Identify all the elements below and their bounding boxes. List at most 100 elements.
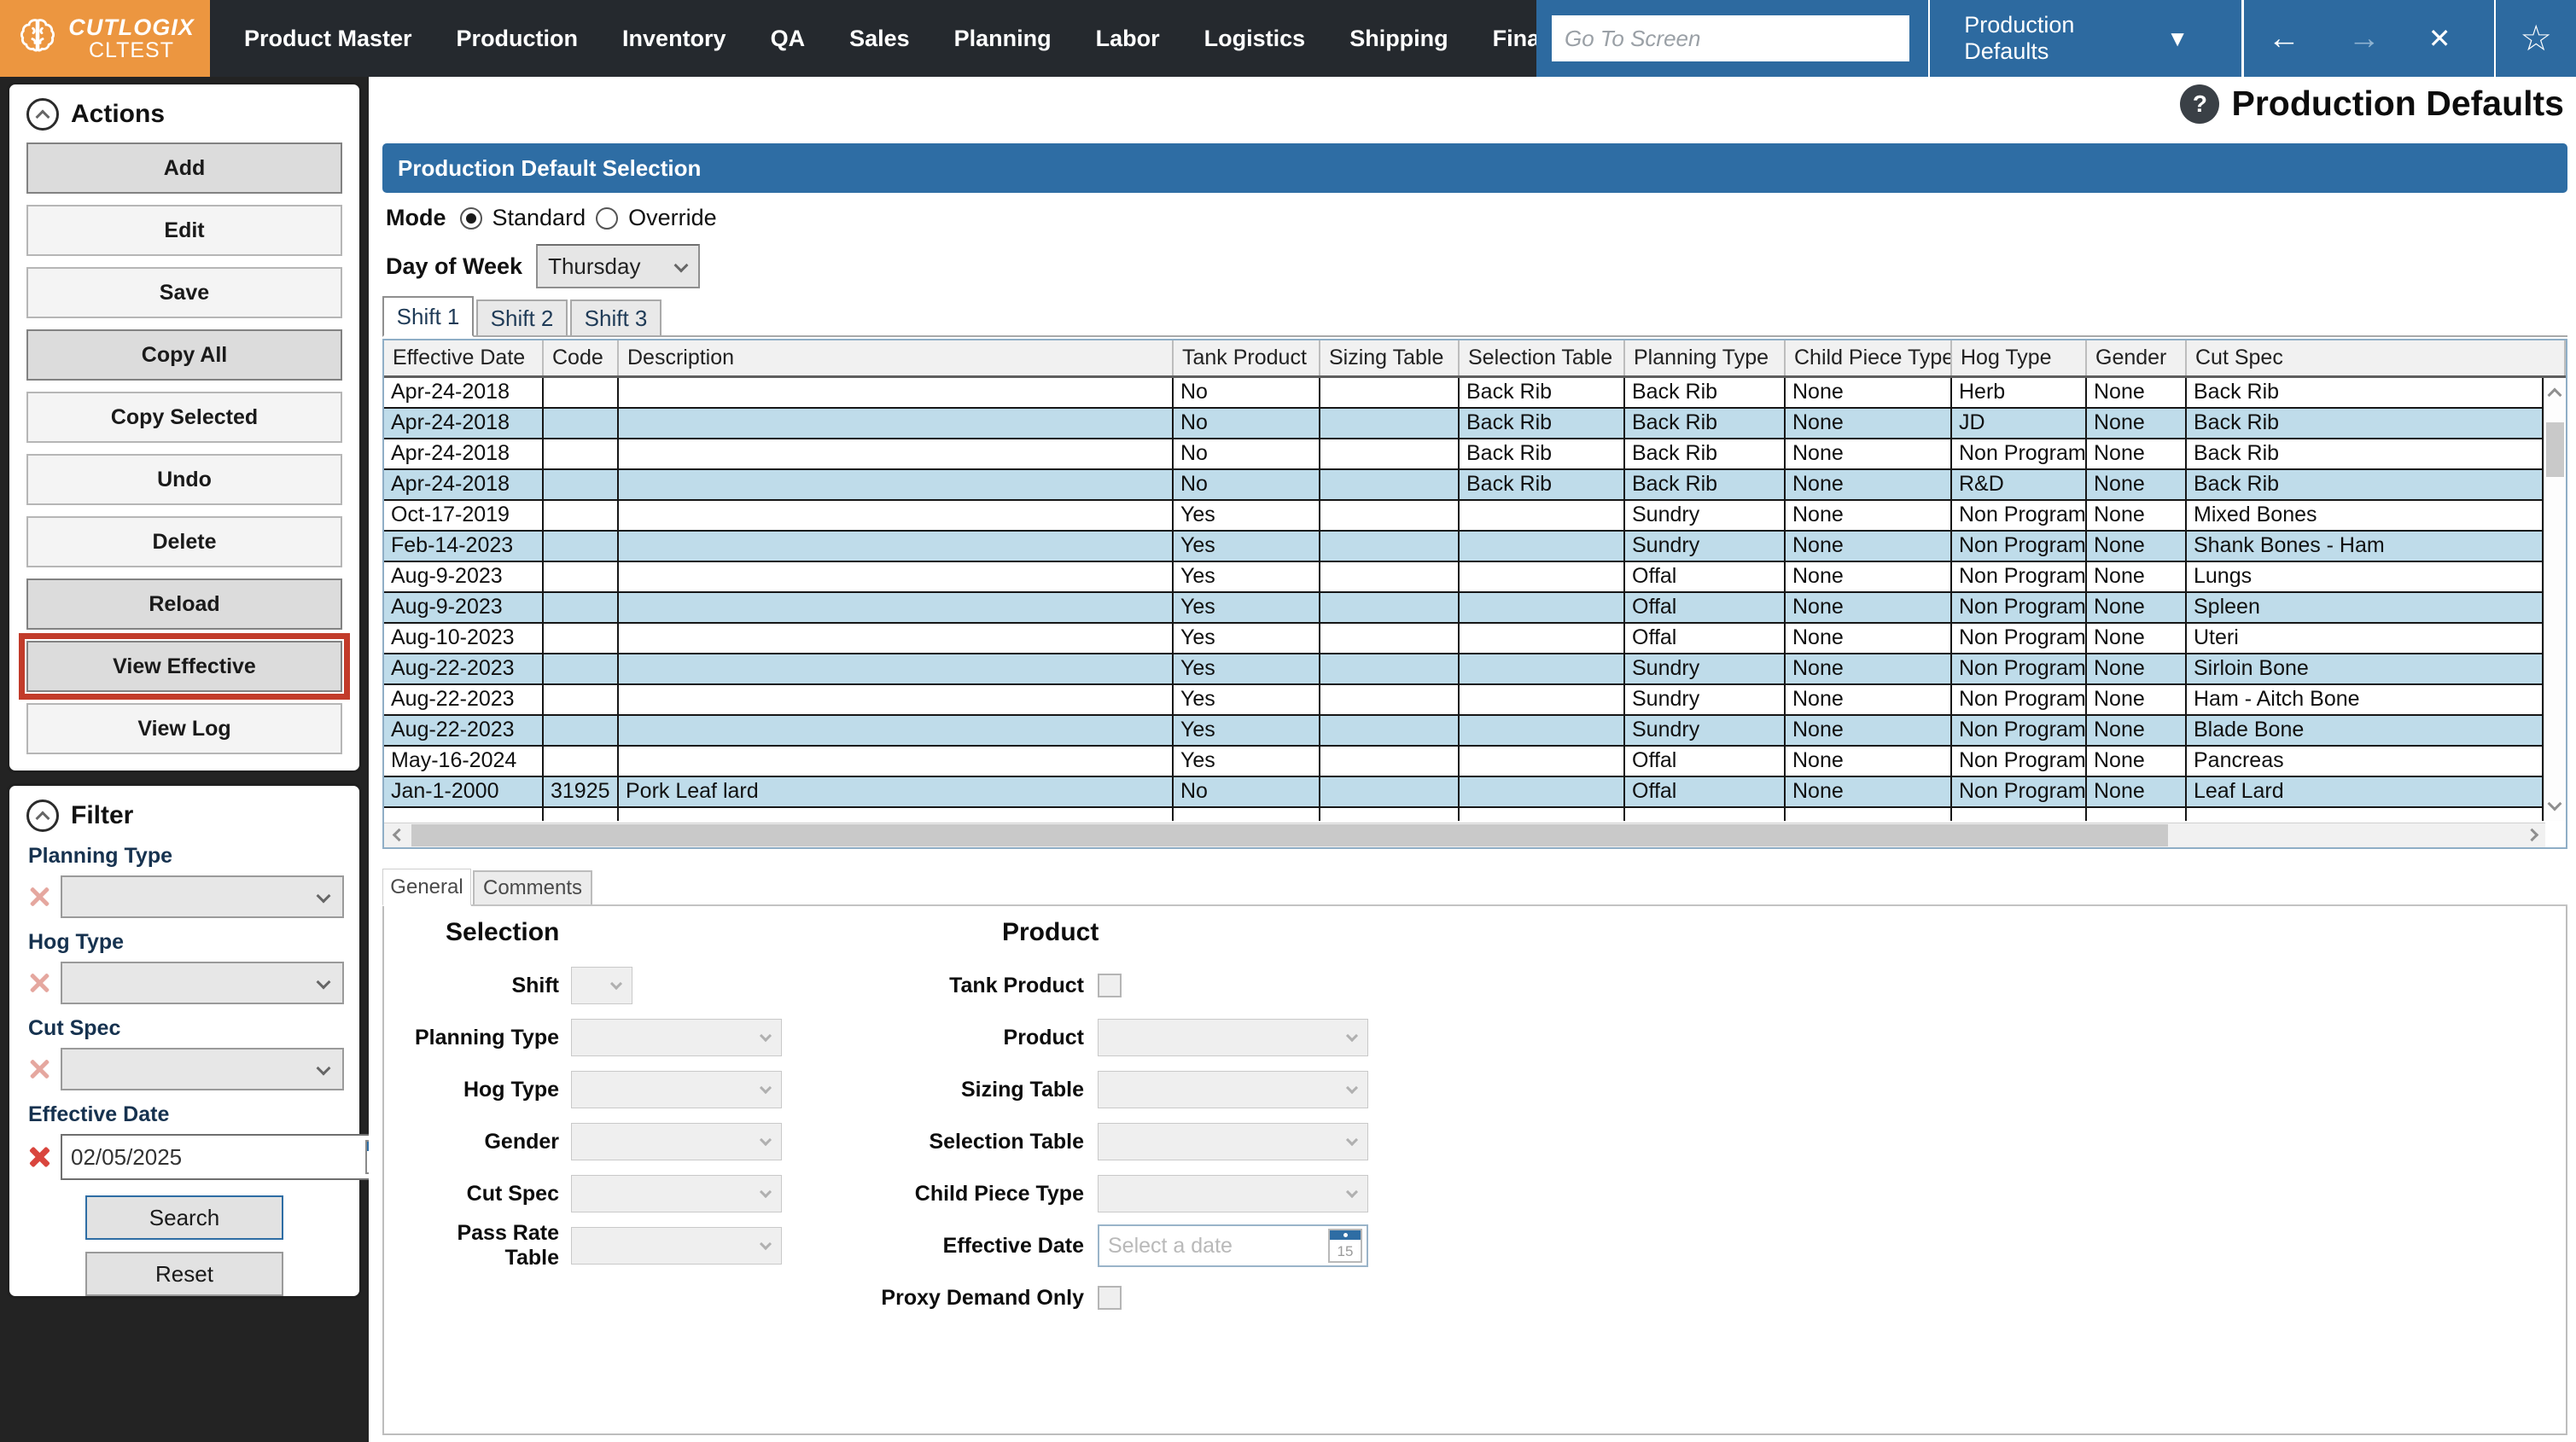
calendar-icon[interactable]: 15 bbox=[1328, 1229, 1362, 1263]
back-arrow-icon[interactable]: ← bbox=[2244, 0, 2324, 77]
tab-shift-2[interactable]: Shift 2 bbox=[476, 299, 568, 335]
table-row[interactable]: Aug-22-2023YesSundryNoneNon ProgramNoneH… bbox=[384, 685, 2544, 716]
nav-item-inventory[interactable]: Inventory bbox=[600, 26, 749, 52]
nav-item-production[interactable]: Production bbox=[434, 26, 601, 52]
column-header-gender[interactable]: Gender bbox=[2087, 340, 2187, 375]
column-header-hog-type[interactable]: Hog Type bbox=[1952, 340, 2087, 375]
vertical-scrollbar[interactable] bbox=[2544, 378, 2566, 821]
column-header-tank-product[interactable]: Tank Product bbox=[1174, 340, 1320, 375]
action-button-save[interactable]: Save bbox=[26, 267, 342, 318]
mode-radio-standard[interactable] bbox=[460, 207, 482, 230]
close-icon[interactable]: ✕ bbox=[2404, 0, 2475, 77]
table-row[interactable]: Jan-1-200031925Pork Leaf lardNoOffalNone… bbox=[384, 777, 2544, 808]
table-row[interactable]: Apr-24-2018NoBack RibBack RibNoneJDNoneB… bbox=[384, 409, 2544, 439]
scroll-right-icon[interactable] bbox=[2526, 829, 2539, 842]
collapse-chevron-icon[interactable] bbox=[26, 799, 59, 832]
field-select-product[interactable] bbox=[1098, 1019, 1368, 1056]
effective-date-input[interactable] bbox=[1099, 1234, 1328, 1259]
collapse-chevron-icon[interactable] bbox=[26, 98, 59, 131]
table-row[interactable]: Aug-9-2023YesOffalNoneNon ProgramNoneSpl… bbox=[384, 593, 2544, 624]
nav-item-planning[interactable]: Planning bbox=[932, 26, 1074, 52]
column-header-description[interactable]: Description bbox=[619, 340, 1174, 375]
help-icon[interactable]: ? bbox=[2180, 84, 2219, 124]
vertical-scroll-thumb[interactable] bbox=[2546, 422, 2564, 477]
filter-panel-header[interactable]: Filter bbox=[26, 799, 344, 832]
action-button-undo[interactable]: Undo bbox=[26, 454, 342, 505]
action-button-reload[interactable]: Reload bbox=[26, 579, 342, 630]
nav-item-shipping[interactable]: Shipping bbox=[1327, 26, 1470, 52]
column-header-sizing-table[interactable]: Sizing Table bbox=[1320, 340, 1460, 375]
table-row[interactable]: Oct-17-2019YesSundryNoneNon ProgramNoneM… bbox=[384, 501, 2544, 532]
table-row[interactable]: Apr-24-2018NoBack RibBack RibNoneHerbNon… bbox=[384, 378, 2544, 409]
column-header-selection-table[interactable]: Selection Table bbox=[1460, 340, 1625, 375]
field-select-gender[interactable] bbox=[571, 1123, 782, 1160]
field-select-child-piece-type[interactable] bbox=[1098, 1175, 1368, 1212]
search-button[interactable]: Search bbox=[85, 1195, 283, 1240]
filter-select-hog-type[interactable] bbox=[61, 962, 344, 1004]
tank-product-checkbox[interactable] bbox=[1098, 974, 1122, 997]
table-row[interactable]: Aug-10-2023YesOffalNoneNon ProgramNoneUt… bbox=[384, 624, 2544, 654]
field-select-pass-rate-table[interactable] bbox=[571, 1227, 782, 1265]
field-select-cut-spec[interactable] bbox=[571, 1175, 782, 1212]
tab-shift-3[interactable]: Shift 3 bbox=[570, 299, 661, 335]
action-button-view-log[interactable]: View Log bbox=[26, 703, 342, 754]
screen-selector-dropdown[interactable]: Production Defaults ▼ bbox=[1930, 0, 2223, 77]
field-select-planning-type[interactable] bbox=[571, 1019, 782, 1056]
nav-item-product-master[interactable]: Product Master bbox=[222, 26, 434, 52]
action-button-copy-all[interactable]: Copy All bbox=[26, 329, 342, 381]
app-logo[interactable]: CUTLOGIX CLTEST bbox=[0, 0, 210, 77]
action-button-edit[interactable]: Edit bbox=[26, 205, 342, 256]
column-header-planning-type[interactable]: Planning Type bbox=[1625, 340, 1786, 375]
nav-item-qa[interactable]: QA bbox=[749, 26, 828, 52]
clear-date-icon[interactable] bbox=[25, 1143, 54, 1172]
scroll-up-icon[interactable] bbox=[2548, 388, 2562, 403]
column-header-cut-spec[interactable]: Cut Spec bbox=[2187, 340, 2566, 375]
action-button-add[interactable]: Add bbox=[26, 142, 342, 194]
table-row[interactable]: Aug-9-2023YesOffalNoneNon ProgramNoneLun… bbox=[384, 562, 2544, 593]
action-button-delete[interactable]: Delete bbox=[26, 516, 342, 567]
proxy-demand-only-checkbox[interactable] bbox=[1098, 1286, 1122, 1310]
clear-filter-icon[interactable] bbox=[25, 1055, 54, 1084]
effective-date-filter-input[interactable] bbox=[62, 1144, 365, 1171]
actions-panel-header[interactable]: Actions bbox=[26, 98, 344, 131]
tab-shift-1[interactable]: Shift 1 bbox=[382, 296, 474, 337]
tab-comments[interactable]: Comments bbox=[473, 870, 592, 904]
table-row[interactable]: Feb-14-2023YesSundryNoneNon ProgramNoneS… bbox=[384, 532, 2544, 562]
day-of-week-select[interactable]: Thursday bbox=[536, 244, 700, 288]
detail-tab-strip: GeneralComments bbox=[382, 869, 2567, 906]
scroll-left-icon[interactable] bbox=[393, 829, 406, 842]
filter-select-planning-type[interactable] bbox=[61, 875, 344, 918]
action-button-copy-selected[interactable]: Copy Selected bbox=[26, 392, 342, 443]
nav-item-sales[interactable]: Sales bbox=[827, 26, 932, 52]
field-select-shift[interactable] bbox=[571, 967, 632, 1004]
nav-item-labor[interactable]: Labor bbox=[1074, 26, 1182, 52]
mode-radio-override[interactable] bbox=[596, 207, 618, 230]
clear-filter-icon[interactable] bbox=[25, 968, 54, 997]
table-row[interactable]: Apr-24-2018NoBack RibBack RibNoneR&DNone… bbox=[384, 470, 2544, 501]
column-header-code[interactable]: Code bbox=[544, 340, 619, 375]
column-header-effective-date[interactable]: Effective Date bbox=[384, 340, 544, 375]
clear-filter-icon[interactable] bbox=[25, 882, 54, 911]
favorite-star-icon[interactable]: ☆ bbox=[2496, 0, 2576, 77]
horizontal-scroll-thumb[interactable] bbox=[411, 824, 2168, 846]
column-header-child-piece-type[interactable]: Child Piece Type bbox=[1786, 340, 1952, 375]
go-to-screen-input[interactable] bbox=[1552, 15, 1909, 61]
forward-arrow-icon[interactable]: → bbox=[2324, 0, 2404, 77]
cell-sizing-table bbox=[1320, 654, 1460, 683]
horizontal-scrollbar[interactable] bbox=[384, 823, 2545, 847]
cell-effective-date: May-16-2024 bbox=[384, 747, 544, 776]
tab-general[interactable]: General bbox=[382, 869, 471, 906]
table-row[interactable]: Apr-24-2018NoBack RibBack RibNoneNon Pro… bbox=[384, 439, 2544, 470]
field-select-sizing-table[interactable] bbox=[1098, 1071, 1368, 1108]
nav-item-logistics[interactable]: Logistics bbox=[1182, 26, 1328, 52]
action-button-view-effective[interactable]: View Effective bbox=[26, 641, 342, 692]
field-select-hog-type[interactable] bbox=[571, 1071, 782, 1108]
scroll-down-icon[interactable] bbox=[2548, 797, 2562, 811]
filter-select-cut-spec[interactable] bbox=[61, 1048, 344, 1090]
reset-button[interactable]: Reset bbox=[85, 1252, 283, 1296]
table-row[interactable]: Aug-22-2023YesSundryNoneNon ProgramNoneB… bbox=[384, 716, 2544, 747]
table-row[interactable]: May-16-2024YesOffalNoneNon ProgramNonePa… bbox=[384, 747, 2544, 777]
field-select-selection-table[interactable] bbox=[1098, 1123, 1368, 1160]
effective-date-field: 15 bbox=[1098, 1224, 1368, 1267]
table-row[interactable]: Aug-22-2023YesSundryNoneNon ProgramNoneS… bbox=[384, 654, 2544, 685]
